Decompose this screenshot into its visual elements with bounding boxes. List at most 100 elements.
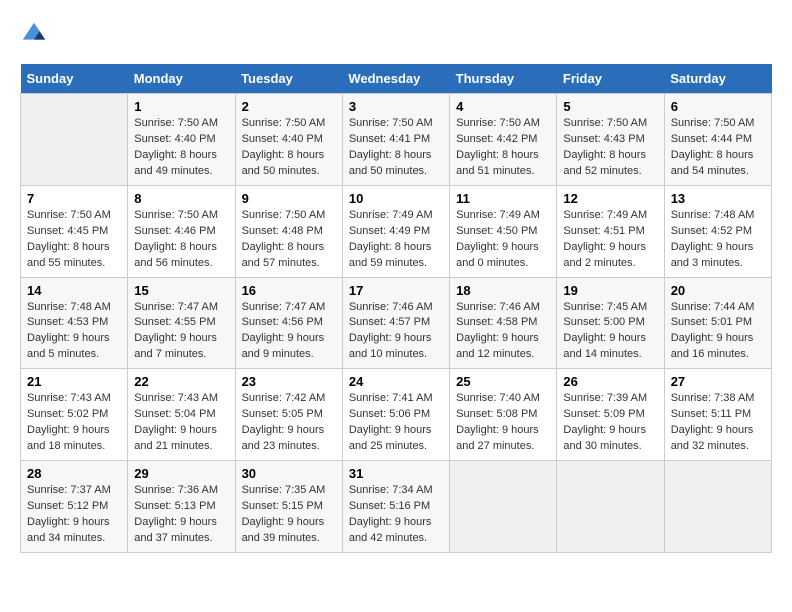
day-info: Sunrise: 7:50 AM Sunset: 4:45 PM Dayligh… <box>27 208 121 272</box>
calendar-cell: 9 Sunrise: 7:50 AM Sunset: 4:48 PM Daylig… <box>235 185 342 277</box>
calendar-week-4: 21 Sunrise: 7:43 AM Sunset: 5:02 PM Dayli… <box>21 369 772 461</box>
calendar-cell: 26Sunrise: 7:39 AM Sunset: 5:09 PM Dayli… <box>557 369 664 461</box>
day-number: 17 <box>349 283 443 298</box>
calendar-cell: 8Sunrise: 7:50 AM Sunset: 4:46 PM Daylig… <box>128 185 235 277</box>
calendar-header-thursday: Thursday <box>450 64 557 94</box>
calendar-cell: 18 Sunrise: 7:46 AM Sunset: 4:58 PM Dayli… <box>450 277 557 369</box>
calendar-cell: 6 Sunrise: 7:50 AM Sunset: 4:44 PM Daylig… <box>664 94 771 186</box>
logo-icon <box>20 20 48 48</box>
calendar-cell <box>21 94 128 186</box>
day-number: 23 <box>242 374 336 389</box>
day-number: 16 <box>242 283 336 298</box>
day-number: 21 <box>27 374 121 389</box>
calendar-week-5: 28 Sunrise: 7:37 AM Sunset: 5:12 PM Dayli… <box>21 461 772 553</box>
day-info: Sunrise: 7:50 AM Sunset: 4:40 PM Dayligh… <box>134 116 228 180</box>
day-info: Sunrise: 7:50 AM Sunset: 4:44 PM Dayligh… <box>671 116 765 180</box>
calendar-cell: 1 Sunrise: 7:50 AM Sunset: 4:40 PM Daylig… <box>128 94 235 186</box>
calendar-header-friday: Friday <box>557 64 664 94</box>
calendar-header-wednesday: Wednesday <box>342 64 449 94</box>
calendar-cell: 24 Sunrise: 7:41 AM Sunset: 5:06 PM Dayli… <box>342 369 449 461</box>
calendar-cell <box>557 461 664 553</box>
day-info: Sunrise: 7:44 AM Sunset: 5:01 PM Dayligh… <box>671 300 765 364</box>
day-number: 26 <box>563 374 657 389</box>
calendar-cell: 13 Sunrise: 7:48 AM Sunset: 4:52 PM Dayli… <box>664 185 771 277</box>
day-number: 4 <box>456 99 550 114</box>
calendar-cell: 29 Sunrise: 7:36 AM Sunset: 5:13 PM Dayli… <box>128 461 235 553</box>
day-info: Sunrise: 7:46 AM Sunset: 4:58 PM Dayligh… <box>456 300 550 364</box>
calendar-cell: 14 Sunrise: 7:48 AM Sunset: 4:53 PM Dayli… <box>21 277 128 369</box>
day-info: Sunrise: 7:47 AM Sunset: 4:55 PM Dayligh… <box>134 300 228 364</box>
calendar-cell: 15 Sunrise: 7:47 AM Sunset: 4:55 PM Dayli… <box>128 277 235 369</box>
day-number: 27 <box>671 374 765 389</box>
day-info: Sunrise: 7:49 AM Sunset: 4:50 PM Dayligh… <box>456 208 550 272</box>
day-info: Sunrise: 7:50 AM Sunset: 4:48 PM Dayligh… <box>242 208 336 272</box>
calendar-cell: 3 Sunrise: 7:50 AM Sunset: 4:41 PM Daylig… <box>342 94 449 186</box>
day-number: 6 <box>671 99 765 114</box>
calendar-cell: 28 Sunrise: 7:37 AM Sunset: 5:12 PM Dayli… <box>21 461 128 553</box>
day-number: 25 <box>456 374 550 389</box>
day-number: 3 <box>349 99 443 114</box>
day-number: 22 <box>134 374 228 389</box>
day-number: 18 <box>456 283 550 298</box>
day-number: 11 <box>456 191 550 206</box>
day-number: 9 <box>242 191 336 206</box>
day-info: Sunrise: 7:49 AM Sunset: 4:49 PM Dayligh… <box>349 208 443 272</box>
calendar-cell: 11 Sunrise: 7:49 AM Sunset: 4:50 PM Dayli… <box>450 185 557 277</box>
day-number: 12 <box>563 191 657 206</box>
day-info: Sunrise: 7:42 AM Sunset: 5:05 PM Dayligh… <box>242 391 336 455</box>
day-info: Sunrise: 7:36 AM Sunset: 5:13 PM Dayligh… <box>134 483 228 547</box>
calendar-cell: 20 Sunrise: 7:44 AM Sunset: 5:01 PM Dayli… <box>664 277 771 369</box>
day-number: 20 <box>671 283 765 298</box>
calendar-header-row: SundayMondayTuesdayWednesdayThursdayFrid… <box>21 64 772 94</box>
calendar-cell <box>450 461 557 553</box>
day-info: Sunrise: 7:38 AM Sunset: 5:11 PM Dayligh… <box>671 391 765 455</box>
calendar-header-tuesday: Tuesday <box>235 64 342 94</box>
calendar-header-sunday: Sunday <box>21 64 128 94</box>
day-info: Sunrise: 7:50 AM Sunset: 4:41 PM Dayligh… <box>349 116 443 180</box>
day-info: Sunrise: 7:48 AM Sunset: 4:52 PM Dayligh… <box>671 208 765 272</box>
calendar-cell: 30Sunrise: 7:35 AM Sunset: 5:15 PM Dayli… <box>235 461 342 553</box>
day-number: 5 <box>563 99 657 114</box>
calendar-cell: 22Sunrise: 7:43 AM Sunset: 5:04 PM Dayli… <box>128 369 235 461</box>
day-info: Sunrise: 7:49 AM Sunset: 4:51 PM Dayligh… <box>563 208 657 272</box>
calendar-cell <box>664 461 771 553</box>
day-info: Sunrise: 7:48 AM Sunset: 4:53 PM Dayligh… <box>27 300 121 364</box>
day-number: 19 <box>563 283 657 298</box>
calendar-cell: 27 Sunrise: 7:38 AM Sunset: 5:11 PM Dayli… <box>664 369 771 461</box>
calendar-cell: 25 Sunrise: 7:40 AM Sunset: 5:08 PM Dayli… <box>450 369 557 461</box>
calendar-cell: 2Sunrise: 7:50 AM Sunset: 4:40 PM Daylig… <box>235 94 342 186</box>
day-number: 13 <box>671 191 765 206</box>
calendar-cell: 23 Sunrise: 7:42 AM Sunset: 5:05 PM Dayli… <box>235 369 342 461</box>
calendar-cell: 16 Sunrise: 7:47 AM Sunset: 4:56 PM Dayli… <box>235 277 342 369</box>
calendar-week-1: 1 Sunrise: 7:50 AM Sunset: 4:40 PM Daylig… <box>21 94 772 186</box>
calendar-cell: 5 Sunrise: 7:50 AM Sunset: 4:43 PM Daylig… <box>557 94 664 186</box>
day-number: 7 <box>27 191 121 206</box>
day-number: 14 <box>27 283 121 298</box>
calendar-cell: 21 Sunrise: 7:43 AM Sunset: 5:02 PM Dayli… <box>21 369 128 461</box>
calendar-table: SundayMondayTuesdayWednesdayThursdayFrid… <box>20 64 772 553</box>
day-info: Sunrise: 7:46 AM Sunset: 4:57 PM Dayligh… <box>349 300 443 364</box>
day-info: Sunrise: 7:47 AM Sunset: 4:56 PM Dayligh… <box>242 300 336 364</box>
calendar-cell: 10Sunrise: 7:49 AM Sunset: 4:49 PM Dayli… <box>342 185 449 277</box>
day-info: Sunrise: 7:43 AM Sunset: 5:02 PM Dayligh… <box>27 391 121 455</box>
day-info: Sunrise: 7:50 AM Sunset: 4:43 PM Dayligh… <box>563 116 657 180</box>
day-number: 31 <box>349 466 443 481</box>
day-number: 28 <box>27 466 121 481</box>
calendar-cell: 31Sunrise: 7:34 AM Sunset: 5:16 PM Dayli… <box>342 461 449 553</box>
calendar-cell: 12 Sunrise: 7:49 AM Sunset: 4:51 PM Dayli… <box>557 185 664 277</box>
day-info: Sunrise: 7:37 AM Sunset: 5:12 PM Dayligh… <box>27 483 121 547</box>
day-number: 15 <box>134 283 228 298</box>
day-info: Sunrise: 7:35 AM Sunset: 5:15 PM Dayligh… <box>242 483 336 547</box>
day-info: Sunrise: 7:45 AM Sunset: 5:00 PM Dayligh… <box>563 300 657 364</box>
calendar-header-saturday: Saturday <box>664 64 771 94</box>
calendar-cell: 7 Sunrise: 7:50 AM Sunset: 4:45 PM Daylig… <box>21 185 128 277</box>
day-number: 1 <box>134 99 228 114</box>
day-info: Sunrise: 7:40 AM Sunset: 5:08 PM Dayligh… <box>456 391 550 455</box>
calendar-week-2: 7 Sunrise: 7:50 AM Sunset: 4:45 PM Daylig… <box>21 185 772 277</box>
day-number: 29 <box>134 466 228 481</box>
day-info: Sunrise: 7:50 AM Sunset: 4:40 PM Dayligh… <box>242 116 336 180</box>
calendar-header-monday: Monday <box>128 64 235 94</box>
page-header <box>20 20 772 48</box>
day-info: Sunrise: 7:41 AM Sunset: 5:06 PM Dayligh… <box>349 391 443 455</box>
day-number: 24 <box>349 374 443 389</box>
